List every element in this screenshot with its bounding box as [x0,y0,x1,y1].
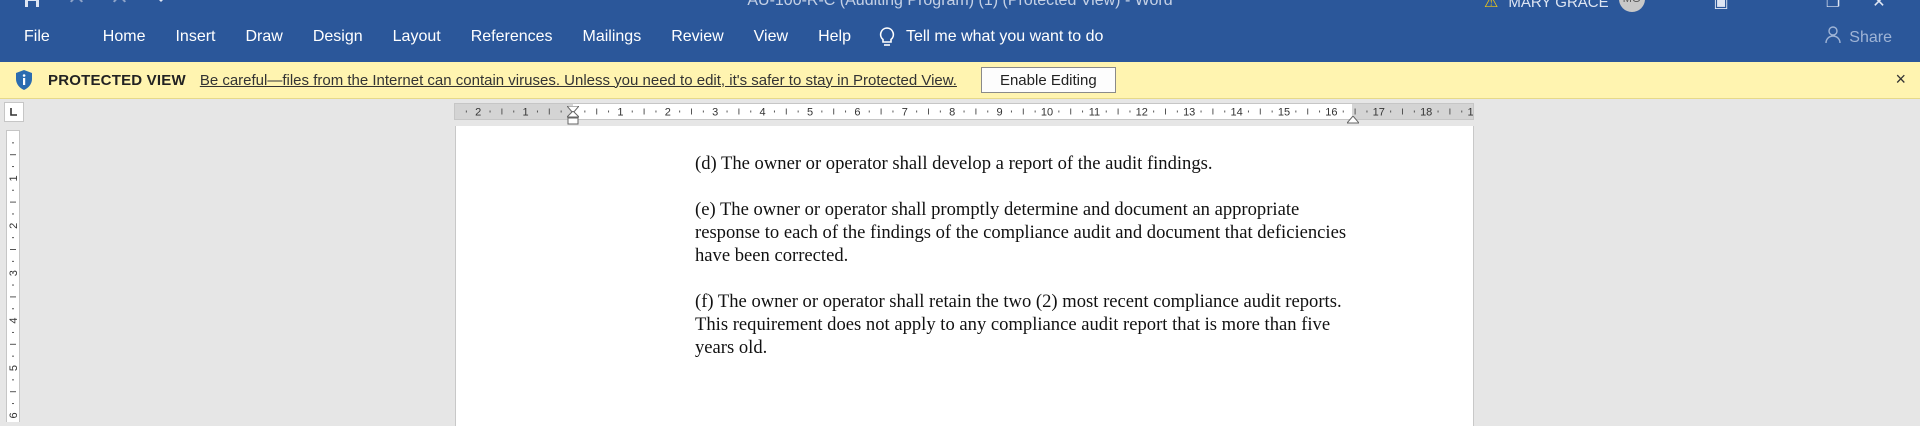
share-button[interactable]: Share [1825,26,1892,49]
ruler-number-12: 12 [1136,107,1148,119]
ruler-number-left-2: 2 [475,107,481,119]
horizontal-ruler[interactable]: 2112345678910111213141516171819 [454,103,1474,125]
ruler-number-19: 19 [1467,107,1473,119]
share-label: Share [1849,28,1892,46]
ruler-ticks: 2112345678910111213141516171819 [465,107,1473,119]
ruler-number-5: 5 [807,107,813,119]
tell-me-search[interactable]: Tell me what you want to do [878,26,1103,48]
ruler-number-15: 15 [1278,107,1290,119]
vertical-ruler-number-4: 4 [8,318,19,324]
paragraph-d[interactable]: (d) The owner or operator shall develop … [695,152,1365,175]
vertical-ruler-number-1: 1 [8,175,19,181]
window-controls: ▣ [1698,0,1744,12]
tab-mailings[interactable]: Mailings [568,28,657,46]
ruler-number-6: 6 [854,107,860,119]
vertical-ruler-number-2: 2 [8,223,19,229]
tab-review[interactable]: Review [656,28,738,46]
tab-references[interactable]: References [456,28,568,46]
close-window-icon[interactable]: ✕ [1856,0,1902,12]
vertical-ruler-number-3: 3 [8,270,19,276]
enable-editing-button[interactable]: Enable Editing [980,67,1116,93]
lightbulb-icon [878,26,896,48]
window-controls-right: ❐ ✕ [1810,0,1902,12]
ribbon-tabs: File Home Insert Draw Design Layout Refe… [0,12,1103,62]
ruler-number-3: 3 [712,107,718,119]
tab-draw[interactable]: Draw [230,28,297,46]
ruler-number-10: 10 [1041,107,1053,119]
tell-me-text[interactable]: Tell me what you want to do [906,28,1103,46]
tab-file[interactable]: File [0,28,74,46]
ruler-number-14: 14 [1230,107,1242,119]
paragraph-e[interactable]: (e) The owner or operator shall promptly… [695,198,1365,267]
tab-view[interactable]: View [739,28,803,46]
ruler-number-13: 13 [1183,107,1195,119]
ruler-number-1: 1 [617,107,623,119]
avatar[interactable]: MG [1618,0,1645,12]
title-bar: AU-100-R-C (Auditing Program) (1) (Prote… [0,0,1920,12]
user-area[interactable]: ⚠ MARY GRACE MG [1484,0,1645,12]
protected-view-label: PROTECTED VIEW [48,71,186,89]
tab-insert[interactable]: Insert [160,28,230,46]
tab-design[interactable]: Design [298,28,378,46]
ruler-number-7: 7 [902,107,908,119]
protected-view-bar: PROTECTED VIEW Be careful—files from the… [0,62,1920,99]
tab-help[interactable]: Help [803,28,866,46]
ruler-number-16: 16 [1325,107,1337,119]
shield-info-icon [14,69,34,91]
restore-icon[interactable]: ❐ [1810,0,1856,12]
document-body[interactable]: (d) The owner or operator shall develop … [695,152,1365,382]
ruler-number-9: 9 [997,107,1003,119]
warning-icon[interactable]: ⚠ [1484,0,1498,12]
paragraph-f[interactable]: (f) The owner or operator shall retain t… [695,290,1365,359]
ribbon: File Home Insert Draw Design Layout Refe… [0,12,1920,62]
vertical-ruler[interactable]: 1 2 3 4 5 6 [6,130,20,422]
ruler-number-17: 17 [1373,107,1385,119]
tab-selector-icon[interactable] [4,102,24,122]
close-icon[interactable]: × [1895,69,1906,90]
ruler-number-8: 8 [949,107,955,119]
vertical-ruler-number-5: 5 [8,365,19,371]
tab-home[interactable]: Home [88,28,161,46]
ruler-number-18: 18 [1420,107,1432,119]
ruler-number-11: 11 [1089,107,1100,119]
protected-view-message-link[interactable]: Be careful—files from the Internet can c… [200,72,957,89]
vertical-ruler-ticks: 1 2 3 4 5 6 [8,142,19,418]
user-name[interactable]: MARY GRACE [1508,0,1608,11]
vertical-ruler-number-6: 6 [8,412,19,418]
document-page[interactable]: (d) The owner or operator shall develop … [455,126,1474,426]
ruler-number-4: 4 [760,107,766,119]
person-icon [1825,26,1841,49]
ruler-number-2: 2 [665,107,671,119]
tab-layout[interactable]: Layout [378,28,456,46]
ribbon-display-options-icon[interactable]: ▣ [1698,0,1744,12]
ruler-number-left-1: 1 [523,107,529,119]
